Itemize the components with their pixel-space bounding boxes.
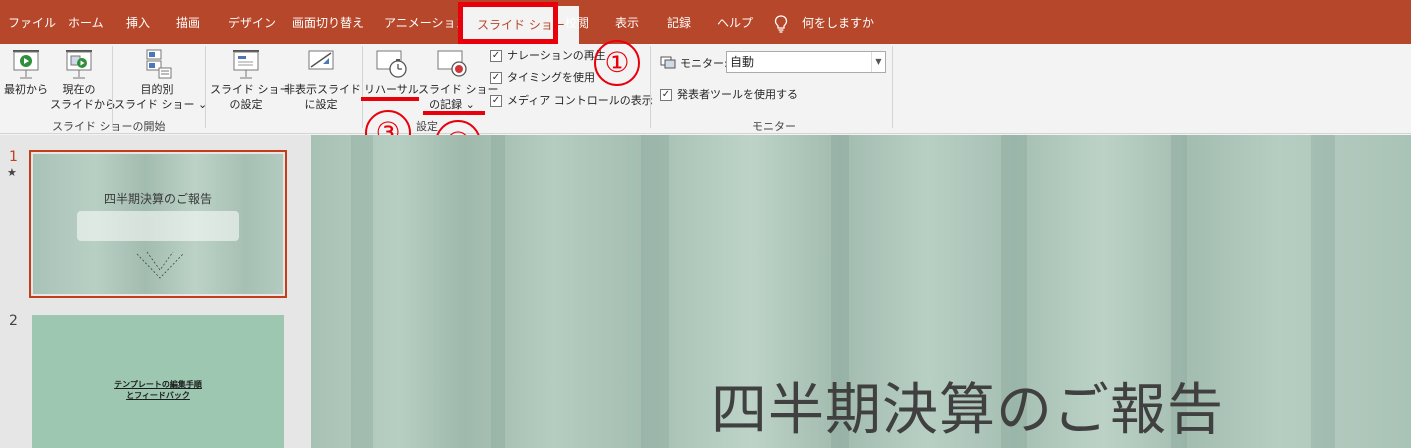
thumbnail-2-title-line-1: テンプレートの編集手順 (114, 380, 202, 389)
tab-help[interactable]: ヘルプ (717, 12, 753, 34)
play-narrations-label: ナレーションの再生 (507, 49, 606, 62)
dropdown-arrow-icon[interactable]: ▼ (871, 52, 885, 72)
monitor-dropdown[interactable]: 自動 ▼ (726, 51, 886, 73)
tab-transitions[interactable]: 画面切り替え (292, 12, 364, 34)
tab-insert[interactable]: 挿入 (126, 12, 150, 34)
background-stripe (641, 135, 669, 448)
from-current-label-1: 現在の (62, 83, 96, 96)
tab-record[interactable]: 記録 (667, 12, 691, 34)
play-narrations-checkbox[interactable]: ✓ ナレーションの再生 (490, 49, 606, 63)
from-beginning-button[interactable]: 最初から (4, 48, 48, 97)
tab-home[interactable]: ホーム (68, 12, 104, 34)
main-slide-canvas[interactable]: 四半期決算のご報告 (311, 135, 1411, 448)
thumbnail-1-title: 四半期決算のご報告 (103, 192, 212, 206)
tab-draw[interactable]: 描画 (176, 12, 200, 34)
tab-design[interactable]: デザイン (228, 12, 276, 34)
checkmark-icon: ✓ (490, 50, 502, 62)
main-slide-title[interactable]: 四半期決算のご報告 (711, 365, 1224, 446)
ribbon: 最初から 現在の スライドから 目的別 スライド ショー ⌄ スライド ショーの… (0, 44, 1411, 134)
slide-thumbnail-panel: 1 ★ 四半期決算のご報告 2 テンプレートの編集手順 とフィードバック (0, 135, 311, 448)
hide-slide-label-2: に設定 (304, 98, 338, 111)
hide-slide-label-1: 非表示スライド (284, 83, 361, 96)
annotation-underline-record (423, 111, 485, 115)
monitor-selected-value: 自動 (730, 55, 755, 69)
play-from-current-icon (66, 50, 92, 79)
checkmark-icon: ✓ (660, 89, 672, 101)
monitor-label: モニター: (660, 55, 728, 71)
use-timings-label: タイミングを使用 (507, 71, 595, 84)
ribbon-tab-bar: ファイル ホーム 挿入 描画 デザイン 画面切り替え アニメーション スライド … (0, 0, 1411, 44)
background-stripe (491, 135, 505, 448)
presenter-view-label: 発表者ツールを使用する (677, 88, 798, 101)
set-up-slide-show-button[interactable]: スライド ショー の設定 (210, 48, 291, 112)
tab-view[interactable]: 表示 (615, 12, 639, 34)
monitor-group-label: モニター (752, 120, 796, 133)
rehearse-label: リハーサル (364, 83, 419, 96)
ribbon-separator (892, 46, 893, 128)
custom-show-label-2: スライド ショー ⌄ (114, 98, 208, 111)
custom-slide-show-button[interactable]: 目的別 スライド ショー ⌄ (114, 48, 208, 112)
thumbnail-2-title-line-2: とフィードバック (126, 391, 190, 400)
hide-slide-button[interactable]: 非表示スライド に設定 (284, 48, 361, 112)
background-stripe (1311, 135, 1335, 448)
slide-thumbnail-1[interactable]: 四半期決算のご報告 (29, 150, 287, 298)
hide-slide-icon (308, 50, 334, 70)
slide-thumbnail-2[interactable]: テンプレートの編集手順 とフィードバック (32, 315, 284, 448)
from-current-slide-button[interactable]: 現在の スライドから (50, 48, 116, 112)
ribbon-separator (650, 46, 651, 128)
show-media-controls-label: メディア コントロールの表示 (507, 94, 653, 107)
monitor-label-text: モニター: (680, 57, 728, 70)
custom-show-icon (146, 49, 172, 79)
start-group-label: スライド ショーの開始 (52, 120, 166, 133)
from-current-label-2: スライドから (50, 98, 116, 111)
slide-thumbnail-1-preview: 四半期決算のご報告 (33, 154, 283, 294)
setup-label-2: の設定 (229, 98, 263, 111)
record-slide-show-button[interactable]: スライド ショー の記録 ⌄ (418, 48, 499, 112)
annotation-highlight-box (458, 2, 558, 44)
dashed-arrows-graphic (136, 251, 184, 279)
lightbulb-icon (774, 15, 788, 33)
ribbon-separator (112, 46, 113, 128)
show-media-controls-checkbox[interactable]: ✓ メディア コントロールの表示 (490, 94, 653, 108)
custom-show-label-1: 目的別 (140, 83, 174, 96)
record-label-2: の記録 ⌄ (429, 98, 475, 111)
thumbnail-1-subtitle-box (77, 211, 239, 241)
record-show-icon (437, 50, 467, 77)
from-beginning-label: 最初から (4, 83, 48, 96)
annotation-underline-rehearse (361, 97, 419, 101)
setup-group-label: 設定 (416, 120, 438, 133)
annotation-circle-1: ① (594, 40, 640, 86)
setup-label-1: スライド ショー (210, 83, 291, 96)
presenter-view-checkbox[interactable]: ✓ 発表者ツールを使用する (660, 88, 798, 102)
checkmark-icon: ✓ (490, 95, 502, 107)
ribbon-separator (205, 46, 206, 128)
tab-file[interactable]: ファイル (8, 12, 56, 34)
use-timings-checkbox[interactable]: ✓ タイミングを使用 (490, 71, 595, 85)
checkmark-icon: ✓ (490, 72, 502, 84)
background-stripe (351, 135, 373, 448)
animation-star-icon: ★ (7, 166, 17, 179)
play-from-start-icon (13, 50, 39, 79)
monitor-icon (660, 56, 676, 69)
thumbnail-2-title: テンプレートの編集手順 とフィードバック (32, 379, 284, 401)
rehearse-timer-icon (376, 50, 407, 78)
slide-number-2: 2 (9, 313, 18, 329)
tab-review[interactable]: 校閲 (565, 12, 589, 34)
ribbon-separator (362, 46, 363, 128)
setup-show-icon (233, 50, 259, 79)
slide-number-1: 1 (9, 149, 18, 165)
rehearse-timings-button[interactable]: リハーサル (364, 48, 419, 97)
record-label-1: スライド ショー (418, 83, 499, 96)
tab-animations[interactable]: アニメーション (384, 12, 468, 34)
tell-me-search[interactable]: 何をしますか (802, 12, 874, 34)
